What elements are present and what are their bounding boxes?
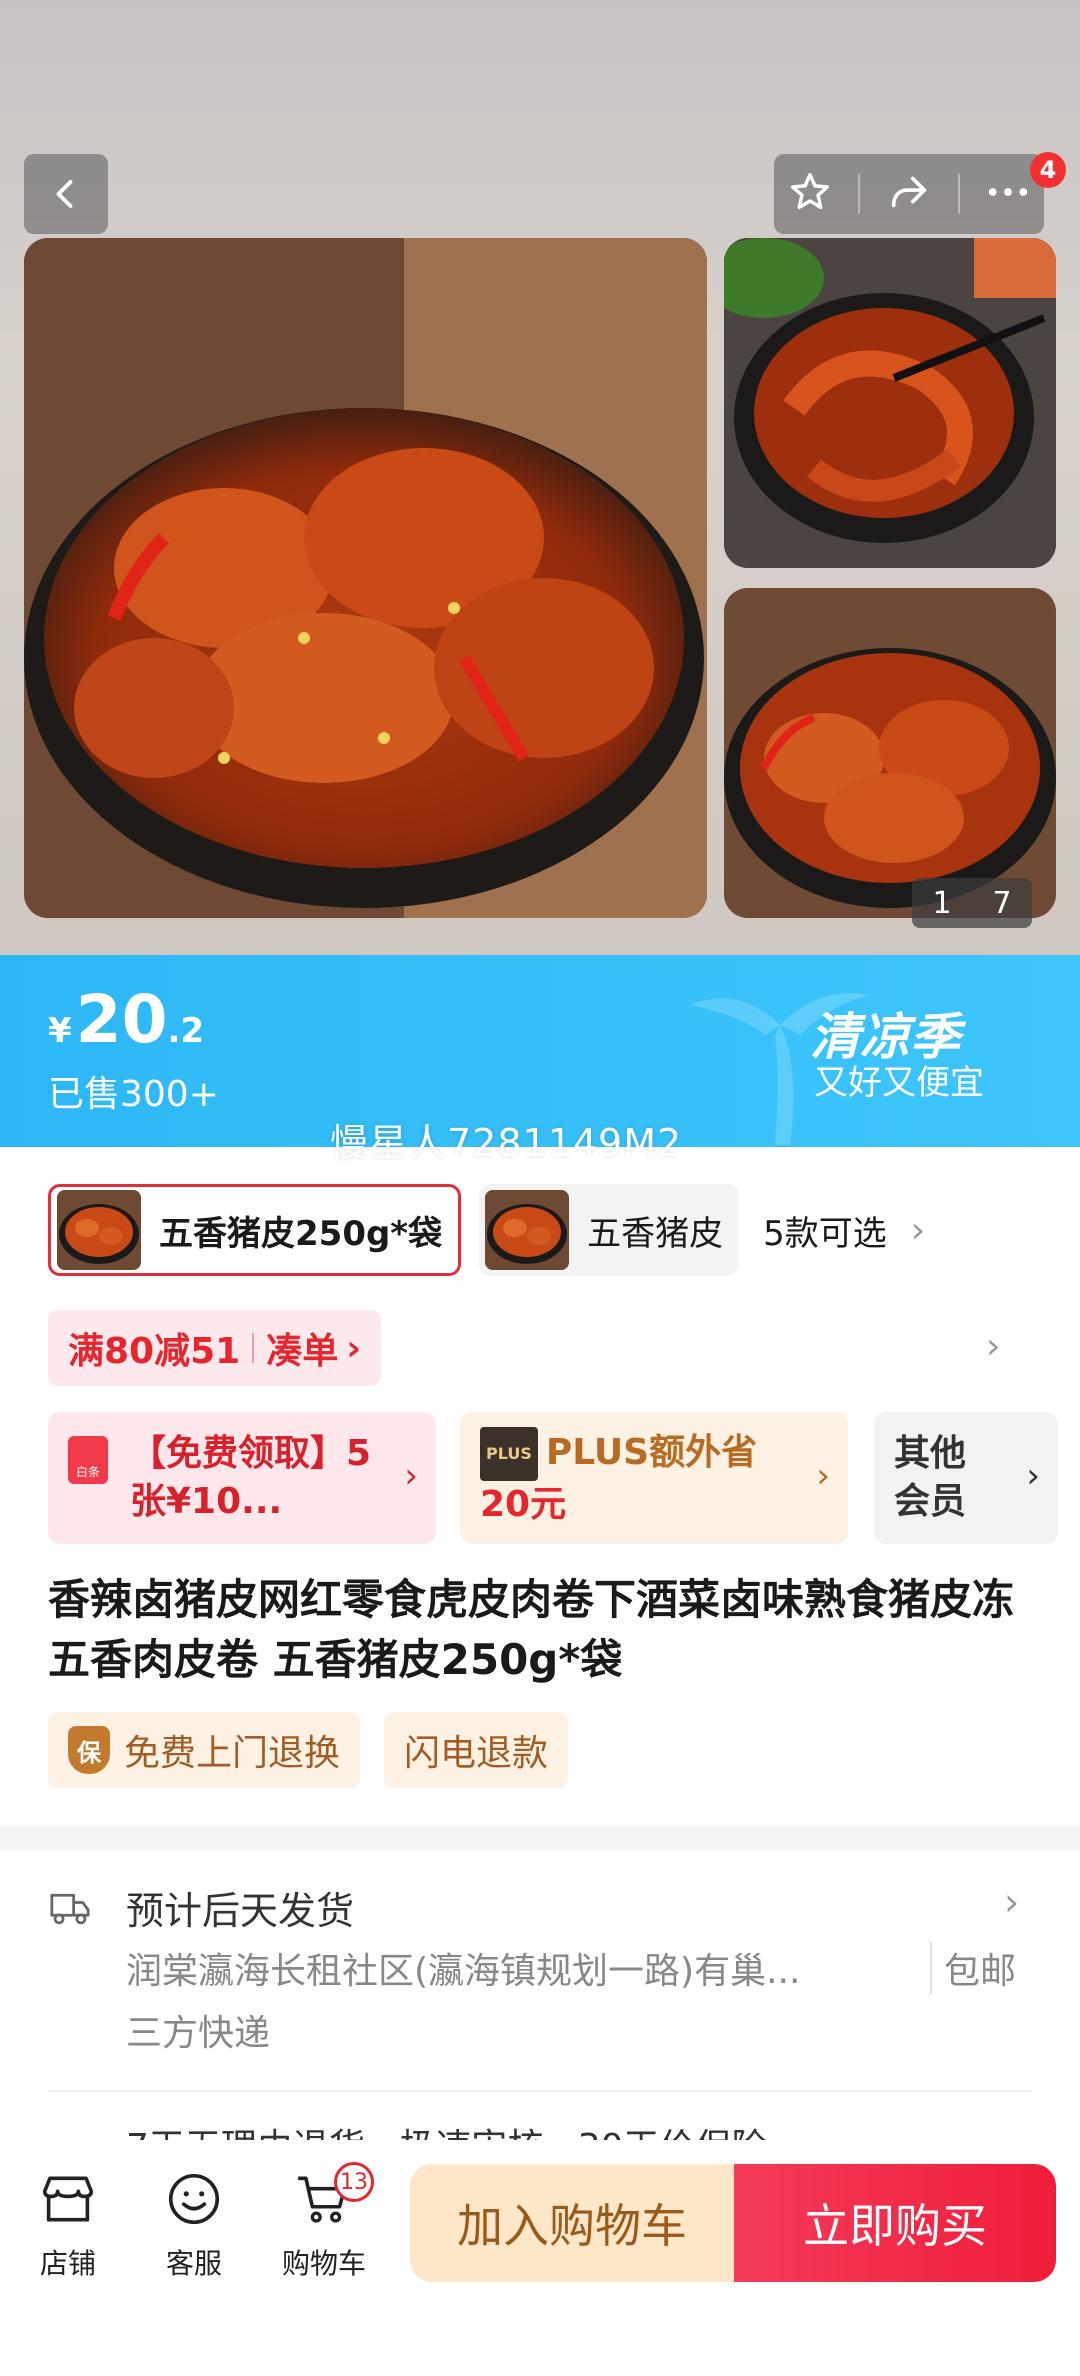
divider <box>48 2090 1032 2092</box>
nav-cart[interactable]: 13 购物车 <box>264 2162 384 2282</box>
more-button[interactable] <box>985 182 1031 206</box>
spec-thumbnail <box>57 1190 141 1270</box>
spec-thumbnail <box>485 1190 570 1270</box>
share-icon <box>891 176 927 208</box>
ticket-icon: 白条 <box>68 1436 108 1484</box>
shipping-fee: 包邮 <box>930 1942 1016 1994</box>
divider <box>252 1333 255 1363</box>
price-integer: 20 <box>75 981 168 1058</box>
plus-text: PLUS PLUS额外省 20元 <box>480 1427 757 1529</box>
cart-count-badge: 13 <box>334 2162 374 2202</box>
product-image-thumb-2[interactable] <box>724 588 1056 918</box>
store-icon <box>42 2176 94 2222</box>
nav-store-label: 店铺 <box>39 2247 96 2280</box>
spec-option-selected[interactable]: 五香猪皮250g*袋 <box>48 1184 462 1276</box>
currency-symbol: ¥ <box>48 1011 72 1051</box>
free-coupon-text: 【免费领取】5张¥10... <box>130 1433 372 1522</box>
tag-free-return[interactable]: 保 免费上门退换 <box>48 1712 361 1788</box>
favorite-button[interactable] <box>787 169 833 219</box>
chevron-right-icon[interactable]: › <box>911 1210 925 1251</box>
product-image-main[interactable] <box>24 238 707 918</box>
product-image-thumb-1[interactable] <box>724 238 1056 568</box>
more-dots-icon <box>989 188 1028 196</box>
plus-card[interactable]: PLUS PLUS额外省 20元 › <box>460 1412 848 1544</box>
bottom-action-bar: 店铺 客服 13 购物车 加入购物车 立即购买 <box>0 2140 1080 2376</box>
shield-icon: 保 <box>68 1726 110 1774</box>
member-line1: 其他 <box>894 1433 967 1474</box>
chevron-right-icon: › <box>816 1456 830 1496</box>
coupon-label: 满80减51 <box>68 1331 241 1372</box>
chevron-right-icon[interactable]: › <box>986 1326 1000 1367</box>
member-line2: 会员 <box>894 1481 967 1522</box>
price-decimal: .2 <box>167 1011 205 1051</box>
free-coupon-card[interactable]: 白条 【免费领取】5张¥10... › <box>48 1412 436 1544</box>
watermark: 慢星人7281149M2 <box>330 1121 683 1165</box>
plus-text-line1: PLUS额外省 <box>545 1432 758 1473</box>
delivery-estimate: 预计后天发货 <box>126 1889 355 1933</box>
chevron-right-icon: › <box>1026 1456 1040 1496</box>
star-icon <box>790 173 829 210</box>
guarantee-line: 7天无理由退货 · 极速审核 · 30天价保险 <box>126 2118 767 2140</box>
share-button[interactable] <box>885 169 933 219</box>
promo-cards: 白条 【免费领取】5张¥10... › PLUS PLUS额外省 20元 › 其他… <box>48 1412 1058 1544</box>
divider <box>958 174 961 214</box>
product-gallery: 4 1 7 <box>0 0 1080 955</box>
chevron-left-icon <box>56 180 73 208</box>
nav-store[interactable]: 店铺 <box>8 2164 128 2282</box>
chat-smile-icon <box>168 2173 220 2225</box>
nav-service[interactable]: 客服 <box>134 2164 254 2282</box>
delivery-address: 润棠瀛海长租社区(瀛海镇规划一路)有巢... <box>126 1951 801 1992</box>
spec-more-count[interactable]: 5款可选 <box>763 1206 887 1255</box>
food-image <box>24 238 707 918</box>
chevron-right-icon: › <box>346 1327 362 1369</box>
add-to-cart-button[interactable]: 加入购物车 <box>410 2164 734 2282</box>
plus-text-line2: 20元 <box>480 1484 567 1525</box>
courier: 三方快递 <box>126 2013 271 2054</box>
buy-now-button[interactable]: 立即购买 <box>734 2164 1056 2282</box>
spec-option[interactable]: 五香猪皮 <box>479 1184 740 1276</box>
food-image <box>724 238 1056 568</box>
message-count-badge: 4 <box>1030 152 1066 188</box>
delivery-section[interactable]: 预计后天发货 润棠瀛海长租社区(瀛海镇规划一路)有巢... 包邮 三方快递 › … <box>0 1850 1080 2140</box>
product-title: 香辣卤猪皮网红零食虎皮肉卷下酒菜卤味熟食猪皮冻五香肉皮卷 五香猪皮250g*袋 <box>48 1575 1015 1684</box>
spec-label: 五香猪皮 <box>587 1213 724 1254</box>
image-counter: 1 7 <box>912 878 1032 928</box>
chevron-right-icon: › <box>1004 1880 1020 1924</box>
nav-service-label: 客服 <box>165 2247 222 2280</box>
counter-current: 1 <box>932 885 952 921</box>
coupon-tag[interactable]: 满80减51 凑单 › <box>48 1310 382 1386</box>
spec-label: 五香猪皮250g*袋 <box>159 1213 443 1254</box>
service-tags: 保 免费上门退换 闪电退款 <box>48 1712 592 1788</box>
chevron-right-icon: › <box>404 1456 418 1496</box>
sold-count: 已售300+ <box>48 1074 219 1115</box>
toolbar <box>774 154 1044 234</box>
coupon-action: 凑单 <box>266 1331 339 1372</box>
divider <box>857 174 860 214</box>
counter-total: 7 <box>992 885 1012 921</box>
truck-icon <box>50 1893 90 1925</box>
section-divider <box>0 1826 1080 1850</box>
tag-fast-refund[interactable]: 闪电退款 <box>384 1712 569 1788</box>
member-text: 其他 会员 <box>894 1430 966 1526</box>
food-image <box>724 588 1056 918</box>
back-button[interactable] <box>24 154 108 234</box>
price: ¥ 20 .2 <box>48 981 204 1058</box>
promo-subtitle: 又好又便宜 <box>814 1063 984 1103</box>
nav-cart-label: 购物车 <box>281 2247 366 2280</box>
tag-label: 免费上门退换 <box>124 1733 341 1774</box>
spec-selector: 五香猪皮250g*袋 五香猪皮 5款可选 › <box>48 1182 1048 1278</box>
plus-badge-icon: PLUS <box>480 1427 538 1481</box>
member-card[interactable]: 其他 会员 › <box>874 1412 1058 1544</box>
tag-label: 闪电退款 <box>404 1733 549 1774</box>
